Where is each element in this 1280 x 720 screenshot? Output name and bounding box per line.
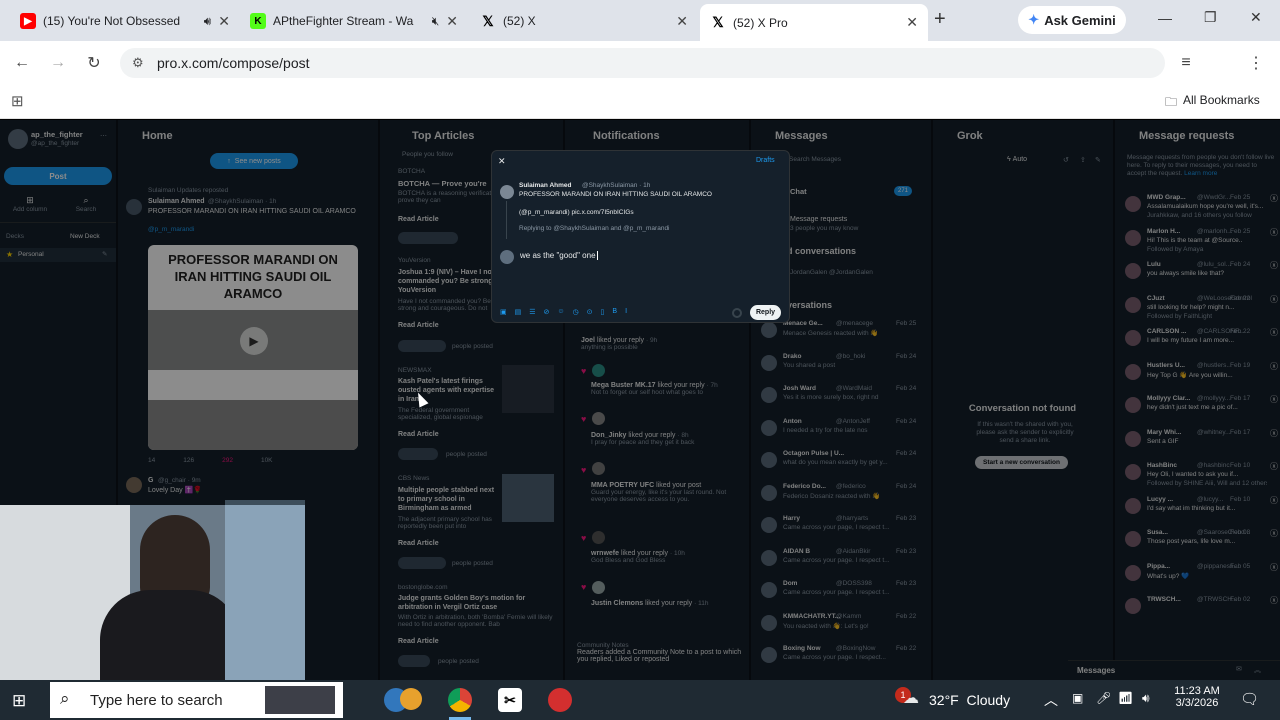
taskbar-search-box[interactable]: ⌕ Type here to search bbox=[50, 682, 343, 718]
gemini-icon: ✦ bbox=[1028, 12, 1040, 27]
schedule-icon[interactable]: ◷ bbox=[573, 308, 579, 316]
close-tab-icon[interactable]: ✕ bbox=[446, 13, 458, 30]
thread-line bbox=[506, 201, 507, 239]
close-tab-icon[interactable]: ✕ bbox=[676, 13, 688, 30]
site-info-icon[interactable]: ⚙ bbox=[132, 55, 144, 71]
tab-x-pro[interactable]: 𝕏 (52) X Pro ✕ bbox=[700, 4, 928, 41]
minimize-icon[interactable]: — bbox=[1158, 10, 1172, 26]
weather-text[interactable]: 32°F Cloudy bbox=[929, 692, 1010, 708]
compose-toolbar: ▣ ▤ ☰ ⊘ ☺ ◷ ⊙ ▯ B I bbox=[500, 308, 627, 316]
search-highlight-image bbox=[265, 686, 335, 714]
webcam-person-body bbox=[100, 590, 240, 680]
reply-button[interactable]: Reply bbox=[750, 305, 781, 320]
close-modal-icon[interactable]: ✕ bbox=[498, 156, 506, 167]
address-bar[interactable]: ⚙ pro.x.com/compose/post bbox=[120, 48, 1165, 78]
emoji-icon[interactable]: ☺ bbox=[557, 308, 564, 316]
weather-icon[interactable]: ☁ bbox=[903, 688, 919, 708]
gif-icon[interactable]: ▤ bbox=[515, 308, 522, 316]
x-icon: 𝕏 bbox=[712, 14, 724, 30]
tab-title: (15) You're Not Obsessed bbox=[43, 14, 181, 28]
chrome-icon[interactable] bbox=[448, 688, 472, 712]
my-avatar bbox=[500, 250, 514, 264]
capcut-icon[interactable]: ✂ bbox=[498, 688, 522, 712]
drafts-link[interactable]: Drafts bbox=[756, 157, 775, 164]
microphone-icon[interactable]: 🎤︎ bbox=[1096, 691, 1111, 705]
media-icon[interactable]: ≡ bbox=[1174, 51, 1198, 75]
close-window-icon[interactable]: ✕ bbox=[1250, 9, 1262, 26]
media-icon[interactable]: ▣ bbox=[500, 308, 507, 316]
speaker-icon[interactable]: 🔊︎ bbox=[204, 14, 212, 29]
italic-icon[interactable]: I bbox=[625, 308, 627, 316]
text-cursor bbox=[596, 251, 598, 260]
app-icon[interactable] bbox=[400, 688, 422, 710]
restore-icon[interactable]: ❐ bbox=[1204, 9, 1217, 26]
original-author-avatar bbox=[500, 185, 514, 199]
original-tweet-link: (@p_m_marandi) pic.x.com/7I5nbICIGs bbox=[519, 209, 634, 216]
tab-youtube[interactable]: ▶ (15) You're Not Obsessed 🔊︎ ✕ bbox=[10, 6, 240, 36]
taskbar-search-placeholder[interactable]: Type here to search bbox=[90, 692, 223, 709]
thread-icon[interactable]: ▯ bbox=[601, 308, 605, 316]
bold-icon[interactable]: B bbox=[612, 308, 617, 316]
forward-icon[interactable]: → bbox=[46, 51, 70, 75]
url-text[interactable]: pro.x.com/compose/post bbox=[157, 55, 310, 71]
replying-to: Replying to @ShaykhSulaiman and @p_m_mar… bbox=[519, 225, 670, 232]
webcam-overlay bbox=[0, 505, 305, 680]
original-tweet-text: PROFESSOR MARANDI ON IRAN HITTING SAUDI … bbox=[519, 191, 712, 198]
obs-icon[interactable] bbox=[548, 688, 572, 712]
folder-icon: 🗀 bbox=[1165, 95, 1178, 109]
reply-compose-modal: ✕ Drafts Sulaiman Ahmed @ShaykhSulaiman … bbox=[491, 150, 790, 323]
volume-icon[interactable]: 🔊︎ bbox=[1142, 691, 1150, 706]
x-icon: 𝕏 bbox=[482, 12, 494, 29]
webcam-window bbox=[225, 505, 305, 680]
close-tab-icon[interactable]: ✕ bbox=[906, 14, 918, 31]
kick-icon: K bbox=[250, 13, 266, 29]
tray-icon[interactable]: ▣ bbox=[1072, 691, 1083, 705]
all-bookmarks-label: All Bookmarks bbox=[1183, 93, 1260, 107]
windows-start-icon[interactable]: ⊞ bbox=[12, 691, 26, 711]
back-icon[interactable]: ← bbox=[10, 51, 34, 75]
menu-icon[interactable]: ⋮ bbox=[1244, 51, 1268, 75]
grok-icon[interactable]: ⊘ bbox=[544, 308, 550, 316]
tab-title: (52) X bbox=[503, 14, 536, 28]
reply-textarea[interactable]: we as the "good" one bbox=[520, 251, 598, 260]
youtube-icon: ▶ bbox=[20, 13, 36, 29]
reload-icon[interactable]: ↻ bbox=[82, 51, 106, 75]
notifications-center-icon[interactable]: 🗨︎ bbox=[1240, 690, 1259, 708]
reply-typed-text[interactable]: we as the "good" one bbox=[520, 251, 596, 260]
tab-title: APtheFighter Stream - Wa bbox=[273, 14, 414, 28]
ask-gemini-button[interactable]: ✦ Ask Gemini bbox=[1018, 6, 1126, 34]
clock-time: 11:23 AM bbox=[1174, 685, 1220, 697]
search-icon: ⌕ bbox=[60, 689, 70, 708]
ask-gemini-label: Ask Gemini bbox=[1044, 12, 1116, 28]
clock[interactable]: 11:23 AM 3/3/2026 bbox=[1168, 685, 1226, 709]
tray-chevron-icon[interactable]: ︿ bbox=[1044, 690, 1058, 710]
apps-grid-icon[interactable]: ⊞ bbox=[11, 92, 24, 110]
original-author-handle: @ShaykhSulaiman · 1h bbox=[582, 182, 651, 189]
tab-x[interactable]: 𝕏 (52) X ✕ bbox=[470, 6, 698, 36]
wifi-icon[interactable]: 📶︎ bbox=[1118, 691, 1133, 705]
tab-kick[interactable]: K APtheFighter Stream - Wa 🔇︎ ✕ bbox=[240, 6, 468, 36]
all-bookmarks-button[interactable]: 🗀 All Bookmarks bbox=[1165, 93, 1260, 114]
tab-title: (52) X Pro bbox=[733, 15, 788, 30]
bookmarks-bar: ⊞ 🗀 All Bookmarks bbox=[0, 85, 1280, 119]
close-tab-icon[interactable]: ✕ bbox=[218, 13, 230, 30]
browser-tab-bar: ▶ (15) You're Not Obsessed 🔊︎ ✕ K APtheF… bbox=[0, 0, 1280, 41]
clock-date: 3/3/2026 bbox=[1175, 697, 1219, 709]
muted-speaker-icon[interactable]: 🔇︎ bbox=[432, 14, 440, 29]
new-tab-icon[interactable]: + bbox=[934, 8, 946, 31]
char-counter bbox=[732, 308, 742, 318]
location-icon[interactable]: ⊙ bbox=[587, 308, 593, 316]
poll-icon[interactable]: ☰ bbox=[529, 308, 535, 316]
original-author-name: Sulaiman Ahmed bbox=[519, 182, 572, 189]
